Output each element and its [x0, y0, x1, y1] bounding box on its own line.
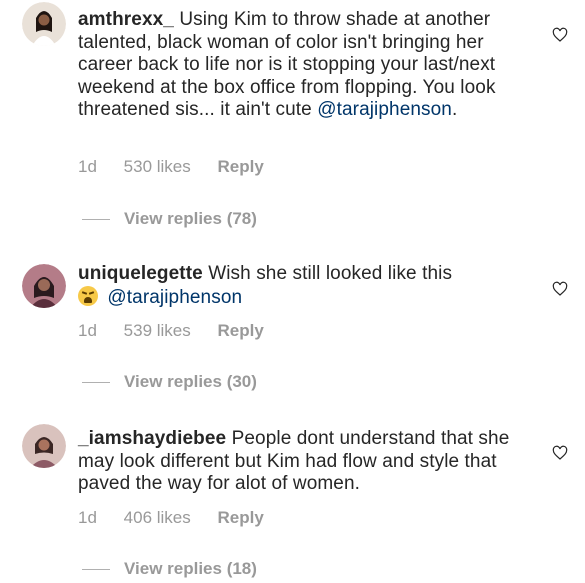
comment-period: .: [451, 99, 458, 121]
like-heart-icon[interactable]: [552, 281, 568, 297]
comment-meta: 1d 539 likes Reply: [78, 321, 286, 341]
comment-time: 1d: [78, 157, 97, 176]
replies-divider: [82, 381, 110, 383]
like-heart-icon[interactable]: [552, 27, 568, 43]
comment-body: Wish she still looked like this: [208, 263, 453, 284]
comment-text: amthrexx_ Using Kim to throw shade at an…: [78, 9, 518, 122]
reply-button[interactable]: Reply: [218, 508, 264, 527]
comment-time: 1d: [78, 508, 97, 527]
replies-divider: [82, 218, 110, 220]
comment-meta: 1d 406 likes Reply: [78, 508, 286, 528]
view-replies-label: View replies (78): [124, 209, 257, 228]
reply-button[interactable]: Reply: [218, 157, 264, 176]
comment-username[interactable]: amthrexx_: [78, 9, 174, 30]
view-replies-button[interactable]: View replies (78): [82, 209, 257, 229]
comment-meta: 1d 530 likes Reply: [78, 157, 286, 177]
avatar[interactable]: [22, 2, 66, 46]
view-replies-label: View replies (30): [124, 372, 257, 391]
weary-face-emoji-icon: [78, 285, 98, 306]
like-count[interactable]: 539 likes: [124, 321, 191, 340]
comment-time: 1d: [78, 321, 97, 340]
replies-divider: [82, 568, 110, 570]
like-count[interactable]: 530 likes: [124, 157, 191, 176]
avatar[interactable]: [22, 264, 66, 308]
avatar[interactable]: [22, 424, 66, 468]
view-replies-button[interactable]: View replies (30): [82, 372, 257, 392]
view-replies-button[interactable]: View replies (18): [82, 559, 257, 579]
mention-link[interactable]: @tarajiphenson: [317, 99, 452, 120]
view-replies-label: View replies (18): [124, 559, 257, 578]
comment-text: uniquelegette Wish she still looked like…: [78, 263, 518, 309]
reply-button[interactable]: Reply: [218, 321, 264, 340]
mention-link[interactable]: @tarajiphenson: [107, 287, 242, 308]
comment-text: _iamshaydiebee People dont understand th…: [78, 428, 518, 496]
like-heart-icon[interactable]: [552, 445, 568, 461]
comment-username[interactable]: uniquelegette: [78, 263, 203, 284]
comment-username[interactable]: _iamshaydiebee: [78, 428, 226, 449]
like-count[interactable]: 406 likes: [124, 508, 191, 527]
